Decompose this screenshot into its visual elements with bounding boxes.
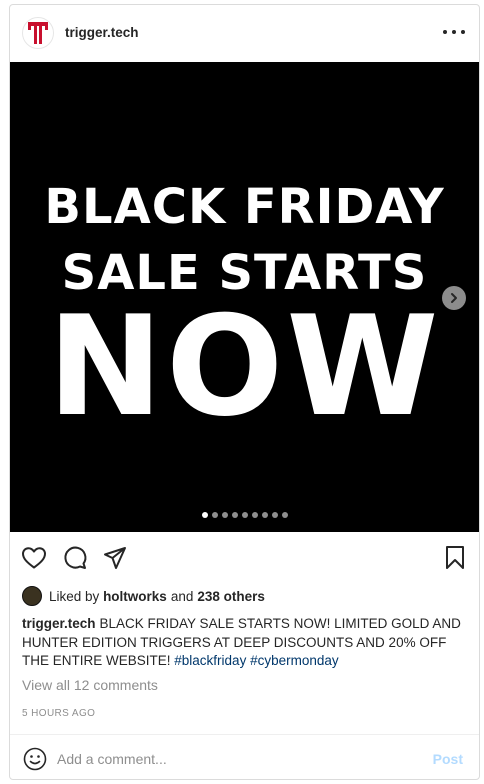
more-dot [452, 30, 456, 34]
post-card: trigger.tech BLACK FRIDAY SALE STARTS NO… [9, 4, 480, 780]
heart-icon [22, 547, 46, 569]
chevron-right-icon [451, 293, 457, 303]
next-slide-button[interactable] [442, 286, 466, 310]
carousel-dot [251, 512, 258, 518]
post-timestamp: 5 HOURS AGO [22, 708, 96, 719]
action-bar [10, 540, 479, 580]
carousel-dot [271, 512, 278, 518]
carousel-indicator [10, 512, 479, 518]
carousel-dot [201, 512, 208, 518]
post-image[interactable]: BLACK FRIDAY SALE STARTS NOW [10, 62, 479, 532]
likes-summary: Liked by holtworks and 238 others [22, 585, 265, 607]
profile-avatar[interactable] [22, 17, 54, 49]
carousel-dot [261, 512, 268, 518]
add-comment-bar: Post [10, 734, 479, 779]
share-icon [104, 547, 126, 569]
carousel-dot [281, 512, 288, 518]
bookmark-icon [446, 546, 464, 569]
hashtag-link[interactable]: #cybermonday [250, 653, 339, 668]
likes-conjunction: and [170, 588, 194, 604]
more-dot [443, 30, 447, 34]
comment-button[interactable] [61, 544, 89, 572]
trigger-tech-logo-icon [28, 22, 48, 44]
post-comment-button[interactable]: Post [433, 751, 463, 767]
carousel-dot [211, 512, 218, 518]
like-button[interactable] [20, 544, 48, 572]
likes-others[interactable]: 238 others [197, 589, 265, 604]
hashtag-link[interactable]: #blackfriday [174, 653, 246, 668]
more-options-button[interactable] [443, 23, 465, 41]
emoji-button[interactable] [23, 747, 47, 771]
caption-username[interactable]: trigger.tech [22, 616, 96, 631]
liker-username[interactable]: holtworks [103, 589, 167, 604]
carousel-dot [221, 512, 228, 518]
share-button[interactable] [101, 544, 129, 572]
carousel-dot [231, 512, 238, 518]
more-dot [461, 30, 465, 34]
likes-prefix: Liked by [49, 588, 100, 604]
view-all-comments-link[interactable]: View all 12 comments [22, 677, 158, 693]
post-header: trigger.tech [10, 5, 479, 63]
post-caption: trigger.tech BLACK FRIDAY SALE STARTS NOW… [22, 615, 462, 671]
liker-avatar[interactable] [22, 586, 42, 606]
image-text-line-1: BLACK FRIDAY [44, 179, 445, 235]
carousel-dot [241, 512, 248, 518]
post-username[interactable]: trigger.tech [65, 25, 139, 40]
comment-icon [64, 546, 87, 569]
image-text-line-3: NOW [47, 286, 442, 447]
comment-input[interactable] [57, 747, 417, 771]
save-button[interactable] [441, 544, 469, 572]
smiley-icon [23, 747, 47, 771]
